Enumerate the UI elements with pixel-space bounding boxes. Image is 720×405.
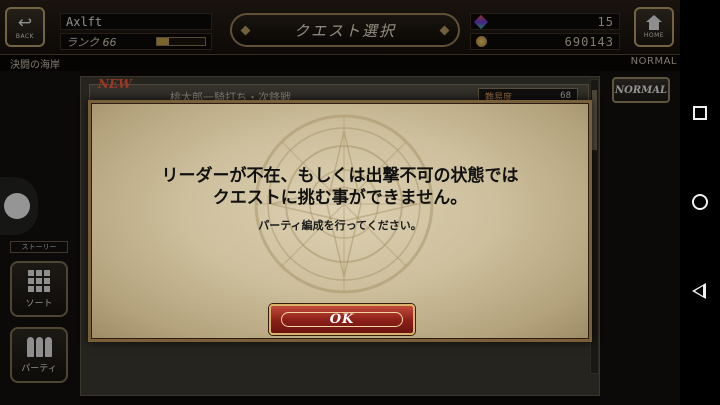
system-nav-bar xyxy=(680,0,720,405)
home-circle-icon[interactable] xyxy=(692,194,708,210)
ok-button[interactable]: OK xyxy=(269,304,415,335)
recents-icon[interactable] xyxy=(693,106,707,120)
dialog-message: リーダーが不在、もしくは出撃不可の状態では クエストに挑む事ができません。 xyxy=(91,165,589,209)
dialog-message-line1: リーダーが不在、もしくは出撃不可の状態では xyxy=(161,166,519,186)
dialog-submessage: パーティ編成を行ってください。 xyxy=(258,219,422,232)
alert-dialog: リーダーが不在、もしくは出撃不可の状態では クエストに挑む事ができません。 パー… xyxy=(88,100,592,342)
dialog-message-line2: クエストに挑む事ができません。 xyxy=(212,188,468,208)
ok-label: OK xyxy=(329,312,355,327)
system-back-icon[interactable] xyxy=(692,283,706,299)
